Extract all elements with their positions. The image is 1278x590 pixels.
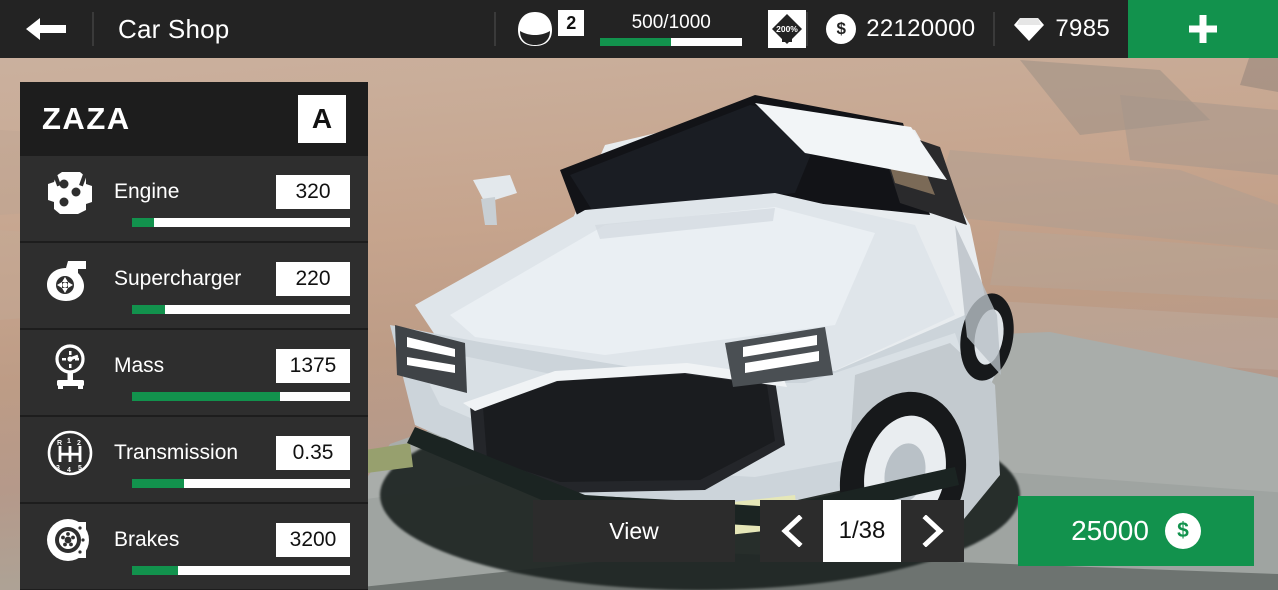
gem-icon — [1014, 18, 1045, 41]
dollar-coin-icon: $ — [826, 14, 857, 44]
xp-block: 500/1000 — [584, 12, 758, 46]
stat-bar-fill — [132, 392, 281, 401]
stat-value: 1375 — [276, 349, 350, 383]
money-group[interactable]: $ 22120000 — [808, 14, 993, 44]
car-shop-screen: Car Shop 2 500/1000 200% $ 22120000 7985… — [0, 0, 1278, 590]
chevron-left-icon — [780, 515, 803, 547]
stat-bar-track — [132, 566, 350, 575]
svg-text:1: 1 — [67, 438, 71, 445]
stat-label: Brakes — [114, 528, 180, 551]
previous-car-button[interactable] — [760, 500, 823, 562]
stat-bar-track — [132, 479, 350, 488]
xp-bar-fill — [600, 38, 672, 46]
stat-label: Supercharger — [114, 267, 242, 290]
gems-amount: 7985 — [1055, 15, 1110, 42]
stat-bar-track — [132, 392, 350, 401]
stat-value: 0.35 — [276, 436, 350, 470]
gems-group[interactable]: 7985 — [995, 15, 1128, 43]
stat-bar-fill — [132, 305, 165, 314]
stat-row[interactable]: Supercharger 220 — [20, 243, 368, 330]
helmet-badge: 2 — [496, 9, 585, 49]
page-indicator: 1/38 — [823, 500, 901, 562]
car-name: ZAZA — [42, 101, 131, 136]
boost-multiplier-badge[interactable]: 200% — [768, 10, 807, 48]
buy-price: 25000 — [1071, 515, 1149, 546]
page-title: Car Shop — [118, 13, 230, 44]
stat-bar-fill — [132, 566, 178, 575]
add-currency-button[interactable] — [1128, 0, 1278, 58]
car-panel-header: ZAZA A — [20, 82, 368, 156]
player-level-badge: 2 — [558, 10, 585, 36]
car-model-zaza — [365, 95, 1014, 555]
buy-button[interactable]: 25000 $ — [1018, 496, 1254, 566]
top-bar: Car Shop 2 500/1000 200% $ 22120000 7985 — [0, 0, 1278, 58]
car-grade-badge: A — [298, 95, 346, 143]
stat-bar-track — [132, 218, 350, 227]
stat-bar-track — [132, 305, 350, 314]
stat-header: R 1 2 3 4 5 Transmission 0.35 — [38, 427, 350, 479]
supercharger-icon — [38, 251, 102, 307]
chevron-right-icon — [921, 515, 944, 547]
money-amount: 22120000 — [866, 15, 976, 42]
mass-scale-icon — [38, 338, 102, 394]
svg-text:5: 5 — [78, 465, 82, 472]
xp-text: 500/1000 — [631, 12, 711, 33]
stat-label: Mass — [114, 354, 165, 377]
transmission-icon: R 1 2 3 4 5 — [38, 425, 102, 481]
stat-header: Engine 320 — [38, 166, 350, 218]
stat-bar-fill — [132, 479, 185, 488]
boost-diamond-icon: 200% — [772, 14, 803, 44]
svg-text:4: 4 — [67, 467, 71, 474]
stat-row[interactable]: R 1 2 3 4 5 Transmission 0.35 — [20, 417, 368, 504]
player-level-group[interactable]: 2 500/1000 200% — [496, 0, 807, 58]
back-arrow-icon — [26, 18, 66, 40]
car-stats-panel: ZAZA A Engine 320 Supercharger 220 Mass … — [20, 82, 368, 590]
stat-value: 320 — [276, 175, 350, 209]
brake-disc-icon — [38, 512, 102, 568]
svg-text:200%: 200% — [776, 24, 798, 34]
svg-text:3: 3 — [56, 465, 60, 472]
stat-bar-fill — [132, 218, 154, 227]
stat-header: Brakes 3200 — [38, 514, 350, 566]
stat-row[interactable]: Brakes 3200 — [20, 504, 368, 590]
car-pager: 1/38 — [760, 500, 964, 562]
stat-value: 3200 — [276, 523, 350, 557]
xp-bar-track — [600, 38, 743, 46]
engine-icon — [38, 164, 102, 220]
stat-label: Engine — [114, 180, 180, 203]
stat-row[interactable]: Mass 1375 — [20, 330, 368, 417]
stat-label: Transmission — [114, 441, 239, 464]
plus-icon — [1189, 15, 1217, 43]
back-button[interactable] — [0, 0, 92, 58]
dollar-coin-icon: $ — [1164, 513, 1201, 549]
stat-value: 220 — [276, 262, 350, 296]
stat-header: Supercharger 220 — [38, 253, 350, 305]
svg-text:2: 2 — [77, 440, 81, 447]
svg-text:R: R — [57, 440, 62, 447]
helmet-icon — [518, 12, 553, 46]
view-button[interactable]: View — [533, 500, 735, 562]
stat-row[interactable]: Engine 320 — [20, 156, 368, 243]
stat-header: Mass 1375 — [38, 340, 350, 392]
next-car-button[interactable] — [901, 500, 964, 562]
